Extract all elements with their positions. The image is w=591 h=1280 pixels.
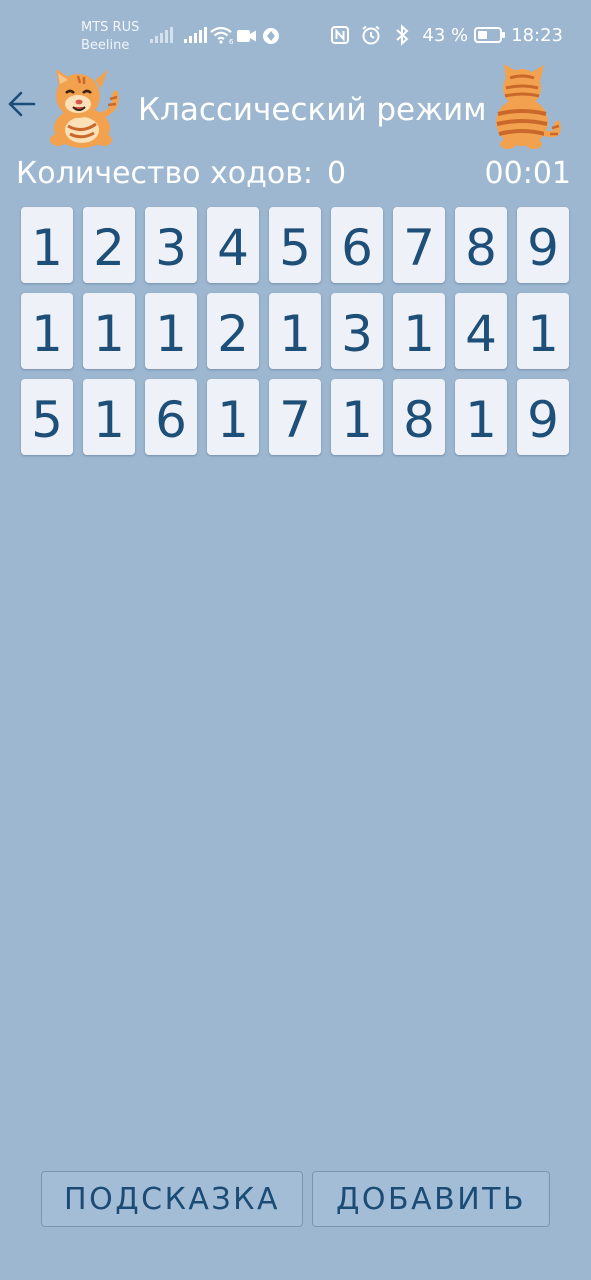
- alarm-icon: [360, 24, 382, 46]
- number-cell[interactable]: 1: [393, 293, 445, 369]
- number-cell[interactable]: 4: [207, 207, 259, 283]
- number-cell[interactable]: 7: [269, 379, 321, 455]
- add-button[interactable]: ДОБАВИТЬ: [312, 1171, 550, 1227]
- number-cell[interactable]: 1: [269, 293, 321, 369]
- number-cell[interactable]: 1: [83, 293, 135, 369]
- status-bar: MTS RUS Beeline 6 43 % 18:23: [0, 0, 591, 72]
- number-cell[interactable]: 1: [331, 379, 383, 455]
- number-cell[interactable]: 3: [145, 207, 197, 283]
- number-cell[interactable]: 5: [269, 207, 321, 283]
- battery-percent: 43 %: [422, 24, 469, 46]
- number-cell[interactable]: 2: [83, 207, 135, 283]
- number-cell[interactable]: 1: [207, 379, 259, 455]
- carrier-name-1: MTS RUS: [81, 20, 140, 35]
- number-grid: 123456789111213141516171819: [21, 207, 569, 455]
- moves-label: Количество ходов:: [16, 156, 314, 191]
- number-cell[interactable]: 1: [83, 379, 135, 455]
- clock: 18:23: [511, 24, 563, 46]
- signal-icon: [184, 27, 207, 43]
- number-cell[interactable]: 9: [517, 379, 569, 455]
- number-cell[interactable]: 1: [145, 293, 197, 369]
- bluetooth-icon: [391, 24, 413, 46]
- number-cell[interactable]: 3: [331, 293, 383, 369]
- carrier-name-2: Beeline: [81, 38, 130, 53]
- game-timer: 00:01: [484, 156, 571, 191]
- back-button[interactable]: [4, 84, 40, 124]
- moves-count: 0: [327, 156, 347, 191]
- cat-mascot-right-icon: [496, 64, 561, 149]
- number-cell[interactable]: 6: [145, 379, 197, 455]
- number-cell[interactable]: 7: [393, 207, 445, 283]
- nfc-icon: [329, 24, 351, 46]
- number-cell[interactable]: 8: [455, 207, 507, 283]
- number-cell[interactable]: 4: [455, 293, 507, 369]
- cat-mascot-left-icon: [50, 69, 119, 148]
- wifi-icon: 6: [210, 26, 234, 45]
- battery-icon: [474, 27, 506, 43]
- number-cell[interactable]: 1: [21, 207, 73, 283]
- status-right-group: 43 % 18:23: [329, 24, 563, 46]
- svg-text:6: 6: [229, 38, 234, 45]
- number-cell[interactable]: 6: [331, 207, 383, 283]
- number-cell[interactable]: 1: [517, 293, 569, 369]
- number-cell[interactable]: 1: [21, 293, 73, 369]
- arrow-left-icon: [8, 91, 36, 117]
- number-cell[interactable]: 5: [21, 379, 73, 455]
- battery-fill: [478, 31, 487, 39]
- number-cell[interactable]: 2: [207, 293, 259, 369]
- page-title: Классический режим: [138, 92, 487, 128]
- number-cell[interactable]: 1: [455, 379, 507, 455]
- number-cell[interactable]: 8: [393, 379, 445, 455]
- carrier-info: MTS RUS Beeline: [81, 19, 139, 55]
- video-call-icon: [237, 30, 256, 42]
- number-cell[interactable]: 9: [517, 207, 569, 283]
- hint-button[interactable]: ПОДСКАЗКА: [41, 1171, 303, 1227]
- signal-icon: [150, 27, 173, 43]
- vpn-icon: [263, 28, 279, 44]
- moves-counter: Количество ходов: 0: [16, 156, 346, 191]
